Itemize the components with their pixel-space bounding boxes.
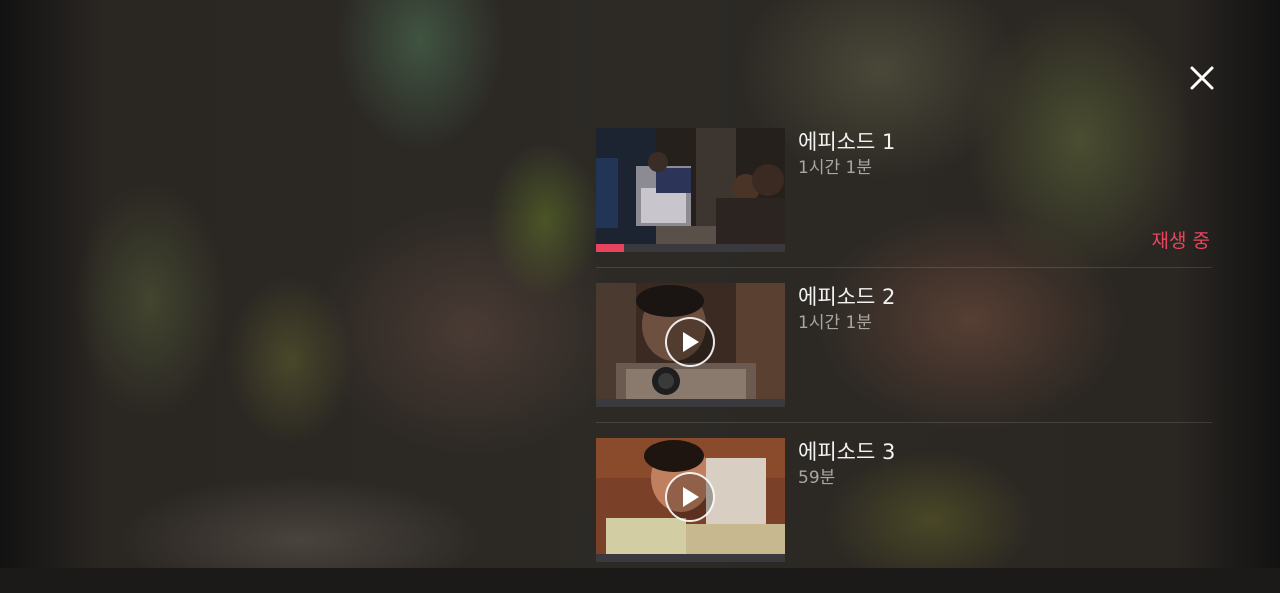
progress-fill xyxy=(596,244,625,252)
divider xyxy=(596,267,1212,268)
progress-track xyxy=(596,399,785,407)
episode-1-image xyxy=(596,128,785,244)
episode-title: 에피소드 2 xyxy=(798,285,896,309)
episode-duration: 1시간 1분 xyxy=(798,313,872,333)
episode-item-2[interactable]: 에피소드 2 1시간 1분 xyxy=(596,283,1212,438)
close-button[interactable] xyxy=(1182,58,1222,98)
play-icon xyxy=(683,487,699,507)
episode-title: 에피소드 3 xyxy=(798,440,896,464)
progress-track xyxy=(596,244,785,252)
now-playing-label: 재생 중 xyxy=(1151,230,1210,252)
episode-thumbnail-3[interactable] xyxy=(596,438,785,562)
episode-title: 에피소드 1 xyxy=(798,130,896,154)
divider xyxy=(596,422,1212,423)
play-button[interactable] xyxy=(665,317,715,367)
progress-track xyxy=(596,554,785,562)
episode-thumbnail-1[interactable] xyxy=(596,128,785,252)
episode-item-1[interactable]: 에피소드 1 1시간 1분 재생 중 xyxy=(596,128,1212,283)
episode-duration: 59분 xyxy=(798,468,836,488)
play-button[interactable] xyxy=(665,472,715,522)
episode-duration: 1시간 1분 xyxy=(798,158,872,178)
play-icon xyxy=(683,332,699,352)
episode-item-3[interactable]: 에피소드 3 59분 xyxy=(596,438,1212,593)
close-icon xyxy=(1190,66,1214,90)
episode-thumbnail-2[interactable] xyxy=(596,283,785,407)
episode-list: 에피소드 1 1시간 1분 재생 중 에피소드 2 1시간 1분 에피소드 3 … xyxy=(596,128,1212,593)
